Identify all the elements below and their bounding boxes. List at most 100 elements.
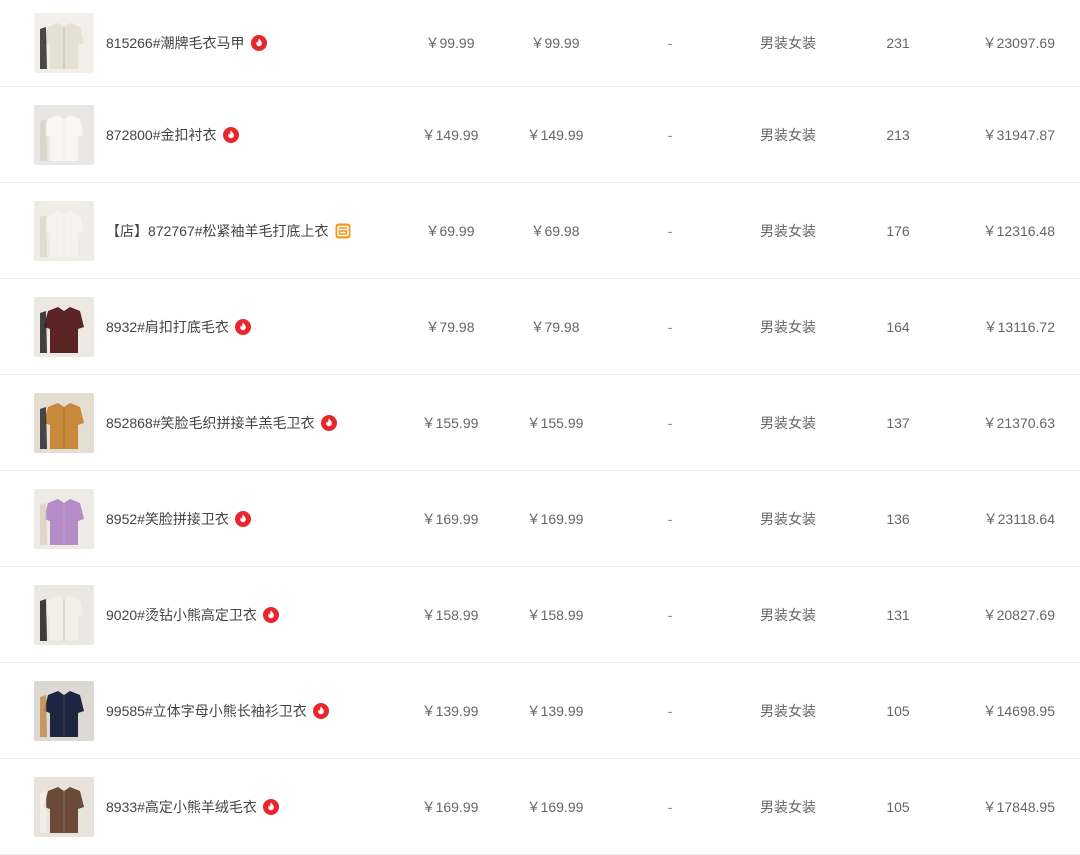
product-name[interactable]: 99585#立体字母小熊长袖衫卫衣	[106, 701, 307, 721]
empty-value: -	[667, 702, 673, 719]
product-name-cell[interactable]: 8932#肩扣打底毛衣	[106, 317, 251, 337]
product-thumbnail[interactable]	[34, 200, 94, 261]
category: 男装女装	[760, 126, 816, 143]
product-thumbnail[interactable]	[34, 680, 94, 741]
sale-price: ￥155.99	[526, 414, 584, 431]
hot-flame-icon	[320, 414, 337, 431]
product-name[interactable]: 852868#笑脸毛织拼接羊羔毛卫衣	[106, 413, 315, 433]
table-row[interactable]: 852868#笑脸毛织拼接羊羔毛卫衣 ￥155.99 ￥155.99 - 男装女…	[0, 375, 1080, 471]
table-row[interactable]: 【店】872767#松紧袖羊毛打底上衣 ￥69.99 ￥69.98 - 男装女装…	[0, 183, 1080, 279]
unit-price: ￥99.99	[425, 35, 475, 51]
product-name[interactable]: 9020#烫钻小熊高定卫衣	[106, 605, 257, 625]
hot-flame-icon	[262, 606, 279, 623]
sales-total: ￥23097.69	[982, 35, 1055, 51]
unit-price: ￥169.99	[421, 510, 479, 527]
table-row[interactable]: 9020#烫钻小熊高定卫衣 ￥158.99 ￥158.99 - 男装女装 131…	[0, 567, 1080, 663]
sales-quantity: 131	[886, 606, 910, 623]
empty-value: -	[667, 318, 673, 335]
product-name-cell[interactable]: 8952#笑脸拼接卫衣	[106, 509, 251, 529]
sale-price: ￥139.99	[526, 702, 584, 719]
product-thumbnail[interactable]	[34, 296, 94, 357]
product-name-cell[interactable]: 8933#高定小熊羊绒毛衣	[106, 797, 279, 817]
category: 男装女装	[760, 606, 816, 623]
empty-value: -	[667, 510, 673, 527]
sale-price: ￥69.98	[530, 222, 580, 239]
product-thumbnail[interactable]	[34, 13, 94, 73]
sales-quantity: 176	[886, 222, 910, 239]
category: 男装女装	[760, 222, 816, 239]
sale-price: ￥158.99	[526, 606, 584, 623]
product-name[interactable]: 8933#高定小熊羊绒毛衣	[106, 797, 257, 817]
table-row[interactable]: 99585#立体字母小熊长袖衫卫衣 ￥139.99 ￥139.99 - 男装女装…	[0, 663, 1080, 759]
category: 男装女装	[760, 702, 816, 719]
category: 男装女装	[760, 414, 816, 431]
sale-price: ￥169.99	[526, 798, 584, 815]
sales-total: ￥17848.95	[982, 798, 1055, 815]
unit-price: ￥149.99	[421, 126, 479, 143]
sales-quantity: 213	[886, 126, 910, 143]
empty-value: -	[667, 126, 673, 143]
table-row[interactable]: 8952#笑脸拼接卫衣 ￥169.99 ￥169.99 - 男装女装 136 ￥…	[0, 471, 1080, 567]
product-name[interactable]: 8932#肩扣打底毛衣	[106, 317, 229, 337]
product-thumbnail[interactable]	[34, 584, 94, 645]
category: 男装女装	[760, 510, 816, 527]
product-name[interactable]: 872800#金扣衬衣	[106, 125, 217, 145]
sales-quantity: 105	[886, 702, 910, 719]
sales-total: ￥20827.69	[982, 606, 1055, 623]
empty-value: -	[667, 35, 673, 51]
product-name[interactable]: 8952#笑脸拼接卫衣	[106, 509, 229, 529]
product-name[interactable]: 815266#潮牌毛衣马甲	[106, 33, 245, 53]
empty-value: -	[667, 414, 673, 431]
category: 男装女装	[760, 35, 816, 51]
table-row[interactable]: 872800#金扣衬衣 ￥149.99 ￥149.99 - 男装女装 213 ￥…	[0, 87, 1080, 183]
unit-price: ￥155.99	[421, 414, 479, 431]
sales-total: ￥23118.64	[983, 510, 1055, 527]
store-badge-icon	[335, 223, 351, 239]
category: 男装女装	[760, 318, 816, 335]
product-name-cell[interactable]: 872800#金扣衬衣	[106, 125, 239, 145]
table-row[interactable]: 8933#高定小熊羊绒毛衣 ￥169.99 ￥169.99 - 男装女装 105…	[0, 759, 1080, 855]
sales-total: ￥31947.87	[982, 126, 1055, 143]
unit-price: ￥139.99	[421, 702, 479, 719]
unit-price: ￥79.98	[425, 318, 475, 335]
sales-total: ￥21370.63	[982, 414, 1055, 431]
hot-flame-icon	[250, 35, 267, 51]
empty-value: -	[667, 222, 673, 239]
product-thumbnail[interactable]	[34, 776, 94, 837]
sales-total: ￥12316.48	[982, 222, 1055, 239]
sales-quantity: 105	[886, 798, 910, 815]
product-table: 815266#潮牌毛衣马甲 ￥99.99 ￥99.99 - 男装女装 231 ￥…	[0, 0, 1080, 855]
product-name-cell[interactable]: 99585#立体字母小熊长袖衫卫衣	[106, 701, 329, 721]
sale-price: ￥79.98	[530, 318, 580, 335]
sales-quantity: 164	[886, 318, 910, 335]
hot-flame-icon	[262, 798, 279, 815]
category: 男装女装	[760, 798, 816, 815]
sale-price: ￥99.99	[530, 35, 580, 51]
product-name-cell[interactable]: 852868#笑脸毛织拼接羊羔毛卫衣	[106, 413, 337, 433]
sales-quantity: 136	[886, 510, 910, 527]
hot-flame-icon	[234, 510, 251, 527]
unit-price: ￥169.99	[421, 798, 479, 815]
product-thumbnail[interactable]	[34, 488, 94, 549]
sales-quantity: 231	[886, 35, 910, 51]
unit-price: ￥158.99	[421, 606, 479, 623]
empty-value: -	[667, 606, 673, 623]
product-thumbnail[interactable]	[34, 392, 94, 453]
sales-total: ￥14698.95	[982, 702, 1055, 719]
table-row[interactable]: 815266#潮牌毛衣马甲 ￥99.99 ￥99.99 - 男装女装 231 ￥…	[0, 0, 1080, 87]
table-row[interactable]: 8932#肩扣打底毛衣 ￥79.98 ￥79.98 - 男装女装 164 ￥13…	[0, 279, 1080, 375]
sales-quantity: 137	[886, 414, 910, 431]
product-thumbnail[interactable]	[34, 104, 94, 165]
product-name-cell[interactable]: 9020#烫钻小熊高定卫衣	[106, 605, 279, 625]
sale-price: ￥169.99	[526, 510, 584, 527]
product-name[interactable]: 【店】872767#松紧袖羊毛打底上衣	[106, 221, 329, 241]
hot-flame-icon	[222, 126, 239, 143]
sales-total: ￥13116.72	[983, 318, 1055, 335]
unit-price: ￥69.99	[425, 222, 475, 239]
hot-flame-icon	[312, 702, 329, 719]
product-name-cell[interactable]: 【店】872767#松紧袖羊毛打底上衣	[106, 221, 351, 241]
sale-price: ￥149.99	[526, 126, 584, 143]
hot-flame-icon	[234, 318, 251, 335]
empty-value: -	[667, 798, 673, 815]
product-name-cell[interactable]: 815266#潮牌毛衣马甲	[106, 33, 267, 53]
